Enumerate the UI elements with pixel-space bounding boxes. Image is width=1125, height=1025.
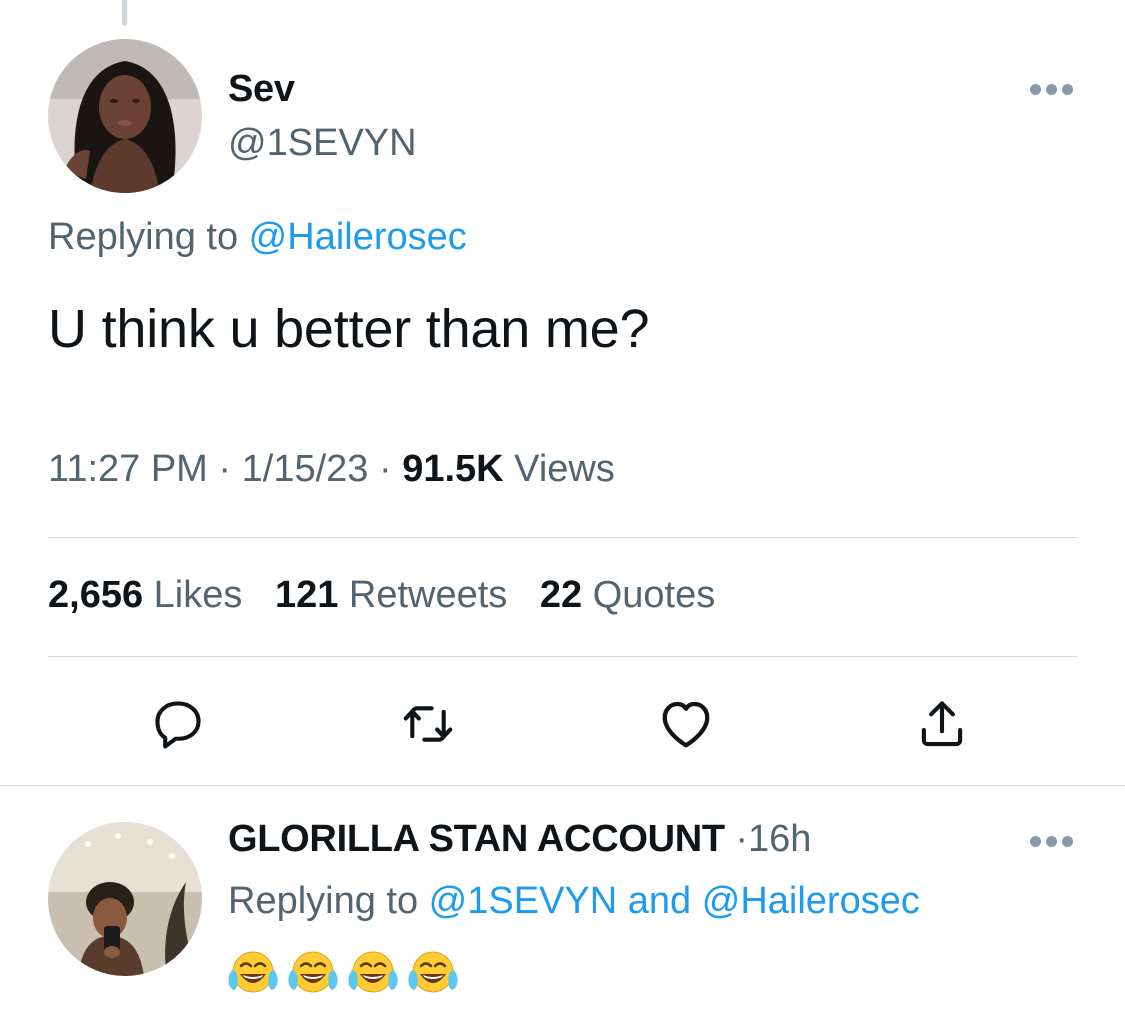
reply-separator: · — [735, 818, 749, 860]
reply-button[interactable] — [146, 692, 210, 756]
section-divider — [0, 785, 1125, 786]
replying-to-connector: and — [617, 880, 702, 922]
replying-to-mention-1[interactable]: @1SEVYN — [429, 880, 618, 922]
author-display-name[interactable]: Sev — [228, 68, 295, 111]
retweet-button[interactable] — [396, 692, 460, 756]
retweet-icon — [403, 706, 453, 742]
tweet-time[interactable]: 11:27 PM — [48, 448, 208, 490]
reply-more-options-icon[interactable] — [1028, 828, 1076, 856]
tweet-text: U think u better than me? — [48, 299, 650, 359]
author-avatar[interactable] — [48, 39, 202, 193]
tweet-stats: 2,656 Likes 121 Retweets 22 Quotes — [48, 574, 737, 617]
face-with-tears-of-joy-icon — [408, 951, 458, 993]
share-icon — [921, 701, 963, 747]
meta-separator: · — [378, 448, 392, 490]
views-count: 91.5K — [402, 448, 504, 490]
author-handle[interactable]: @1SEVYN — [228, 122, 417, 165]
reply-text — [228, 948, 458, 998]
more-options-icon[interactable] — [1028, 76, 1076, 104]
likes-stat[interactable]: 2,656 Likes — [48, 574, 242, 616]
divider — [48, 537, 1077, 538]
face-with-tears-of-joy-icon — [228, 951, 278, 993]
thread-connector-line — [122, 0, 127, 26]
likes-count: 2,656 — [48, 574, 144, 616]
quotes-stat[interactable]: 22 Quotes — [540, 574, 715, 616]
reply-icon — [155, 701, 201, 749]
replying-to-label: Replying to — [48, 216, 249, 258]
reply-author-display-name[interactable]: GLORILLA STAN ACCOUNT — [228, 818, 725, 860]
reply-author-avatar[interactable] — [48, 822, 202, 976]
quotes-label: Quotes — [592, 574, 716, 616]
face-with-tears-of-joy-icon — [348, 951, 398, 993]
retweets-label: Retweets — [348, 574, 508, 616]
reply-replying-to-line: Replying to @1SEVYN and @Hailerosec — [228, 880, 920, 923]
face-with-tears-of-joy-icon — [288, 951, 338, 993]
replying-to-mention-2[interactable]: @Hailerosec — [702, 880, 920, 922]
replying-to-label: Replying to — [228, 880, 429, 922]
retweets-stat[interactable]: 121 Retweets — [275, 574, 507, 616]
views-label: Views — [514, 448, 615, 490]
tweet-date[interactable]: 1/15/23 — [242, 448, 369, 490]
replying-to-mention[interactable]: @Hailerosec — [249, 216, 467, 258]
divider — [48, 656, 1077, 657]
likes-label: Likes — [153, 574, 243, 616]
share-button[interactable] — [910, 692, 974, 756]
quotes-count: 22 — [539, 574, 583, 616]
retweets-count: 121 — [274, 574, 339, 616]
meta-separator: · — [218, 448, 232, 490]
like-button[interactable] — [654, 692, 718, 756]
reply-timestamp[interactable]: 16h — [748, 818, 811, 860]
reply-header: GLORILLA STAN ACCOUNT ·16h — [228, 818, 811, 861]
tweet-meta: 11:27 PM · 1/15/23 · 91.5K Views — [48, 448, 615, 491]
like-icon — [662, 701, 710, 748]
replying-to-line: Replying to @Hailerosec — [48, 216, 467, 259]
